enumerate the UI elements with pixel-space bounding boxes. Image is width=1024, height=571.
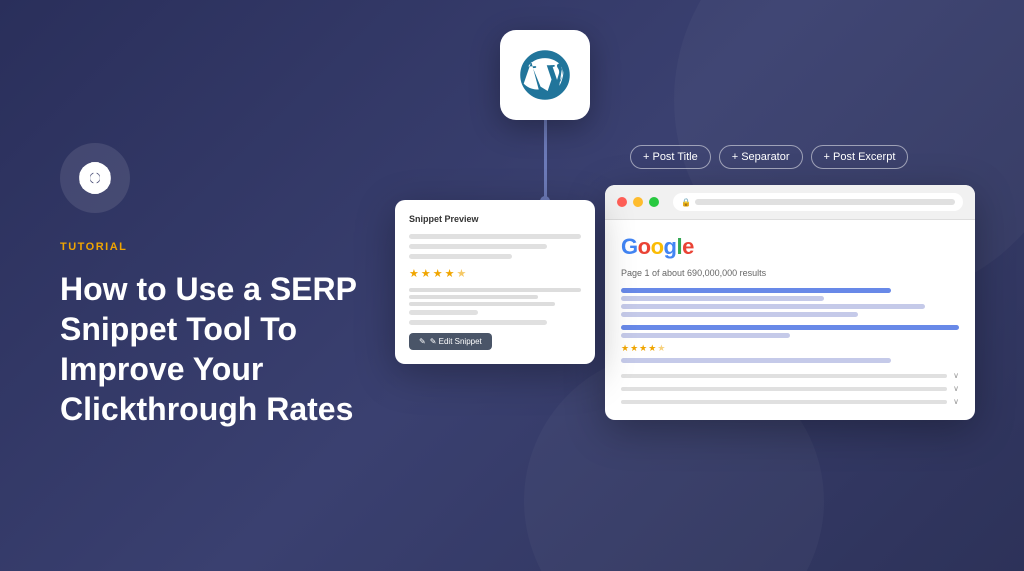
snippet-line-bottom-1	[409, 310, 478, 315]
chevron-down-icon-1: ∨	[953, 371, 959, 380]
post-title-tag[interactable]: + Post Title	[630, 145, 711, 169]
chevron-item-3: ∨	[621, 397, 959, 406]
serp-star-4: ★	[648, 343, 656, 354]
browser-address-bar: 🔒	[673, 193, 963, 211]
star-1: ★	[409, 267, 419, 280]
snippet-preview-card: Snippet Preview ★ ★ ★ ★ ★ ✎ ✎ Edit Snipp…	[395, 200, 595, 364]
scroll-line-3	[409, 302, 555, 306]
google-g3: o	[651, 234, 664, 259]
scroll-line-2	[409, 295, 538, 299]
chevron-item-1: ∨	[621, 371, 959, 380]
chevron-down-icon-2: ∨	[953, 384, 959, 393]
post-excerpt-tag[interactable]: + Post Excerpt	[811, 145, 909, 169]
left-content: TUTORIAL How to Use a SERP Snippet Tool …	[0, 143, 380, 429]
star-4: ★	[445, 267, 455, 280]
result-1-url	[621, 296, 824, 301]
post-title-label: + Post Title	[643, 151, 698, 163]
chevron-group: ∨ ∨ ∨	[621, 371, 959, 406]
gear-plugin-icon	[76, 159, 114, 197]
snippet-line-bottom-2	[409, 320, 547, 325]
wordpress-card	[500, 30, 590, 120]
edit-icon: ✎	[419, 337, 426, 346]
browser-bar: 🔒	[605, 185, 975, 220]
chevron-down-icon-3: ∨	[953, 397, 959, 406]
lock-icon: 🔒	[681, 198, 691, 207]
scroll-line-1	[409, 288, 581, 292]
chevron-line-3	[621, 400, 947, 404]
google-g6: e	[682, 234, 694, 259]
star-2: ★	[421, 267, 431, 280]
result-1-lines	[621, 288, 959, 317]
result-2-title	[621, 325, 959, 330]
result-1-title	[621, 288, 891, 293]
browser-dot-red	[617, 197, 627, 207]
snippet-line-1	[409, 234, 581, 239]
serp-star-rating: ★ ★ ★ ★ ★	[621, 343, 959, 354]
serp-star-2: ★	[630, 343, 638, 354]
snippet-line-3	[409, 254, 512, 259]
star-rating: ★ ★ ★ ★ ★	[409, 267, 581, 280]
browser-dot-yellow	[633, 197, 643, 207]
result-1-desc-1	[621, 304, 925, 309]
scroll-lines	[409, 288, 581, 306]
star-3: ★	[433, 267, 443, 280]
chevron-line-1	[621, 374, 947, 378]
star-5: ★	[457, 267, 467, 280]
serp-star-5: ★	[657, 343, 665, 354]
result-1-desc-2	[621, 312, 858, 317]
connector-line	[544, 120, 547, 200]
plugin-icon	[60, 143, 130, 213]
serp-body: Google Page 1 of about 690,000,000 resul…	[605, 220, 975, 420]
result-2-url	[621, 333, 790, 338]
serp-card: 🔒 Google Page 1 of about 690,000,000 res…	[605, 185, 975, 420]
edit-snippet-button[interactable]: ✎ ✎ Edit Snippet	[409, 333, 492, 350]
wordpress-logo	[516, 46, 574, 104]
result-2-desc	[621, 358, 891, 363]
google-g1: G	[621, 234, 638, 259]
separator-label: + Separator	[732, 151, 790, 163]
snippet-card-title: Snippet Preview	[409, 214, 581, 224]
chevron-item-2: ∨	[621, 384, 959, 393]
serp-star-3: ★	[639, 343, 647, 354]
serp-star-1: ★	[621, 343, 629, 354]
address-line	[695, 199, 955, 205]
main-container: TUTORIAL How to Use a SERP Snippet Tool …	[0, 0, 1024, 571]
right-content: + Post Title + Separator + Post Excerpt …	[380, 0, 1024, 571]
edit-snippet-label: ✎ Edit Snippet	[430, 337, 482, 346]
tutorial-label: TUTORIAL	[60, 241, 380, 253]
chevron-line-2	[621, 387, 947, 391]
google-logo: Google	[621, 234, 959, 260]
snippet-line-2	[409, 244, 547, 249]
result-2-lines	[621, 325, 959, 338]
serp-result-2: ★ ★ ★ ★ ★	[621, 325, 959, 363]
browser-dot-green	[649, 197, 659, 207]
serp-result-1	[621, 288, 959, 317]
separator-tag[interactable]: + Separator	[719, 145, 803, 169]
main-title: How to Use a SERP Snippet Tool To Improv…	[60, 269, 380, 429]
google-g4: g	[664, 234, 677, 259]
google-g2: o	[638, 234, 651, 259]
post-excerpt-label: + Post Excerpt	[824, 151, 896, 163]
tags-row: + Post Title + Separator + Post Excerpt	[630, 145, 908, 169]
results-count: Page 1 of about 690,000,000 results	[621, 268, 959, 278]
